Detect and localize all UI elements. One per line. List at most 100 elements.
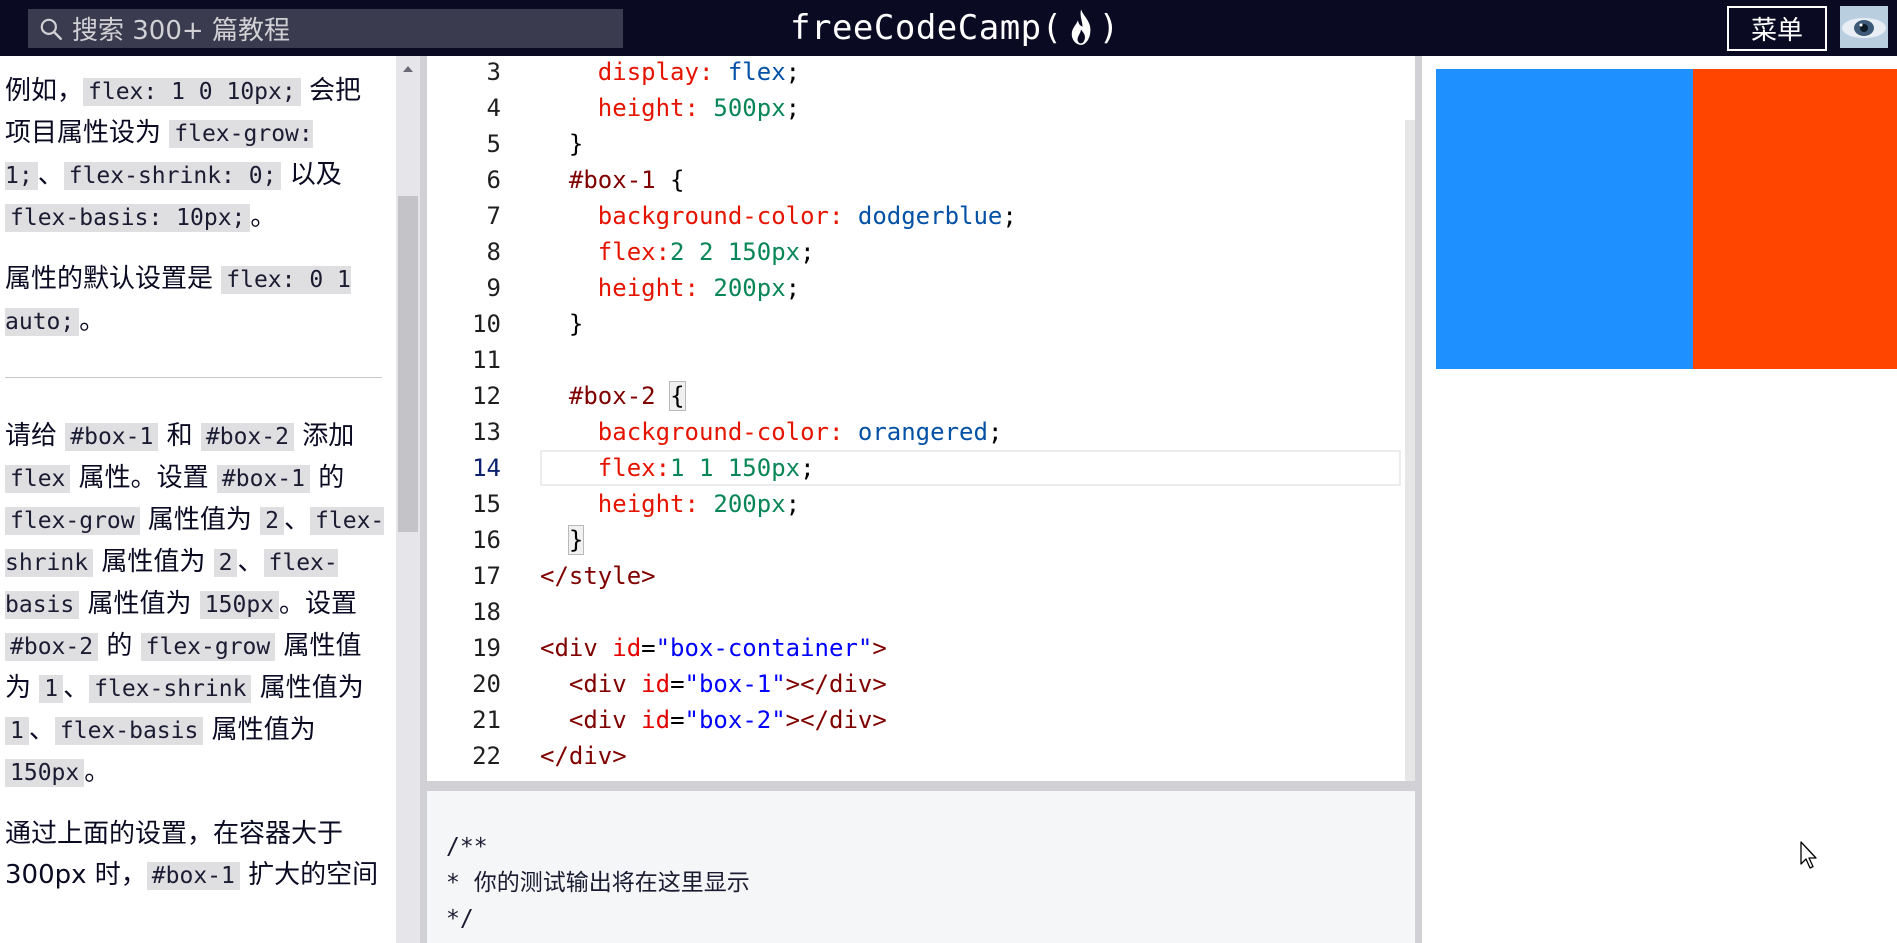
line-content[interactable]: background-color: dodgerblue;	[540, 198, 1401, 234]
property-token: height:	[597, 490, 699, 518]
line-content[interactable]	[540, 594, 1401, 630]
code-snippet: 150px	[199, 591, 280, 619]
line-content[interactable]: }	[540, 522, 1401, 558]
code-snippet: #box-1	[146, 862, 240, 890]
text: 以及	[281, 160, 342, 190]
code-line[interactable]: 12 #box-2 {	[427, 378, 1415, 414]
line-number: 6	[486, 166, 501, 194]
plain-token: }	[567, 525, 585, 555]
text: 。	[79, 306, 106, 336]
text: 、	[237, 547, 264, 577]
freecodecamp-logo[interactable]: freeCodeCamp( )	[790, 4, 1120, 52]
code-line[interactable]: 5 }	[427, 126, 1415, 162]
preview-box-1	[1436, 69, 1694, 369]
matched-bracket: {	[669, 381, 686, 411]
code-line[interactable]: 15 height: 200px;	[427, 486, 1415, 522]
text: 的	[310, 463, 345, 493]
editor-scrollbar[interactable]	[1405, 120, 1415, 781]
property-token: flex:	[597, 238, 671, 266]
punctuation-token: ;	[785, 94, 801, 122]
line-number: 10	[472, 310, 501, 338]
text: 属性值为	[251, 673, 364, 703]
code-editor[interactable]: 3 display: flex; 4 height: 500px; 5 } 6 #bo…	[427, 56, 1415, 781]
search-placeholder: 搜索 300+ 篇教程	[72, 16, 290, 46]
code-line[interactable]: 21 <div id = "box-2" ></div>	[427, 702, 1415, 738]
line-content[interactable]: </style>	[540, 558, 1401, 594]
code-line[interactable]: 20 <div id = "box-1" ></div>	[427, 666, 1415, 702]
tag-token: <div	[568, 670, 627, 698]
scroll-thumb[interactable]	[398, 196, 418, 532]
editor-console-splitter[interactable]	[427, 781, 1415, 791]
editor-lines[interactable]: 3 display: flex; 4 height: 500px; 5 } 6 #bo…	[427, 56, 1415, 774]
property-token: height:	[597, 94, 699, 122]
code-line[interactable]: 17 </style>	[427, 558, 1415, 594]
line-content[interactable]: background-color: orangered;	[540, 414, 1401, 450]
code-line[interactable]: 3 display: flex;	[427, 56, 1415, 90]
line-content[interactable]: flex: 2 2 150px;	[540, 234, 1401, 270]
code-line[interactable]: 13 background-color: orangered;	[427, 414, 1415, 450]
code-snippet: flex-basis	[54, 717, 204, 745]
divider	[5, 377, 382, 378]
punctuation-token: ;	[785, 490, 801, 518]
code-line[interactable]: 6 #box-1 {	[427, 162, 1415, 198]
line-content[interactable]: <div id = "box-container" >	[540, 630, 1401, 666]
avatar[interactable]	[1840, 6, 1888, 48]
line-content[interactable]: height: 200px;	[540, 486, 1401, 522]
instructions-scrollbar[interactable]	[396, 56, 420, 943]
search-icon	[40, 18, 62, 40]
line-number: 17	[472, 562, 501, 590]
code-line[interactable]: 22 </div>	[427, 738, 1415, 774]
preview-box-container	[1436, 69, 1897, 369]
text: 例如，	[5, 76, 84, 106]
code-snippet: flex-basis: 10px;	[5, 204, 251, 232]
brand-text: freeCodeCamp(	[790, 8, 1063, 48]
code-line[interactable]: 8 flex: 2 2 150px;	[427, 234, 1415, 270]
menu-button[interactable]: 菜单	[1727, 6, 1827, 51]
panel-splitter[interactable]	[420, 56, 427, 943]
number-token: 1 1 150px	[670, 454, 801, 482]
line-content[interactable]: height: 500px;	[540, 90, 1401, 126]
line-number: 3	[486, 58, 501, 86]
tag-token: >	[872, 634, 887, 662]
line-number: 19	[472, 634, 501, 662]
punctuation-token: ;	[800, 238, 815, 266]
text: 和	[158, 421, 201, 451]
code-line[interactable]: 11	[427, 342, 1415, 378]
code-line[interactable]: 18	[427, 594, 1415, 630]
search-input[interactable]: 搜索 300+ 篇教程	[28, 9, 623, 48]
code-line[interactable]: 10 }	[427, 306, 1415, 342]
line-content[interactable]: flex: 1 1 150px;	[540, 450, 1401, 486]
matched-bracket: }	[567, 525, 585, 555]
code-line[interactable]: 4 height: 500px;	[427, 90, 1415, 126]
line-content[interactable]: }	[540, 306, 1401, 342]
code-snippet: #box-2	[5, 633, 99, 661]
code-line[interactable]: 14 flex: 1 1 150px;	[427, 450, 1415, 486]
code-line[interactable]: 7 background-color: dodgerblue;	[427, 198, 1415, 234]
plain-token: }	[568, 130, 584, 158]
panel-splitter[interactable]	[1415, 56, 1422, 943]
line-content[interactable]	[540, 342, 1401, 378]
code-line[interactable]: 16 }	[427, 522, 1415, 558]
text: 属性值为	[139, 505, 261, 535]
code-line[interactable]: 19 <div id = "box-container" >	[427, 630, 1415, 666]
punctuation-token: ;	[785, 274, 801, 302]
number-token: 200px	[698, 490, 786, 518]
code-line[interactable]: 9 height: 200px;	[427, 270, 1415, 306]
line-content[interactable]: <div id = "box-2" ></div>	[540, 702, 1401, 738]
line-content[interactable]: }	[540, 126, 1401, 162]
text: 、	[284, 505, 311, 535]
line-content[interactable]: #box-1 {	[540, 162, 1401, 198]
line-content[interactable]: #box-2 {	[540, 378, 1401, 414]
line-content[interactable]: </div>	[540, 738, 1401, 774]
line-content[interactable]: <div id = "box-1" ></div>	[540, 666, 1401, 702]
line-content[interactable]: height: 200px;	[540, 270, 1401, 306]
line-content[interactable]: display: flex;	[540, 56, 1401, 90]
text: 、	[37, 160, 64, 190]
scroll-up-arrow-icon[interactable]	[403, 66, 413, 72]
line-number: 21	[472, 706, 501, 734]
instructions-panel[interactable]: 例如， flex: 1 0 10px; 会把项目属性设为 flex-grow: 1…	[0, 56, 396, 943]
